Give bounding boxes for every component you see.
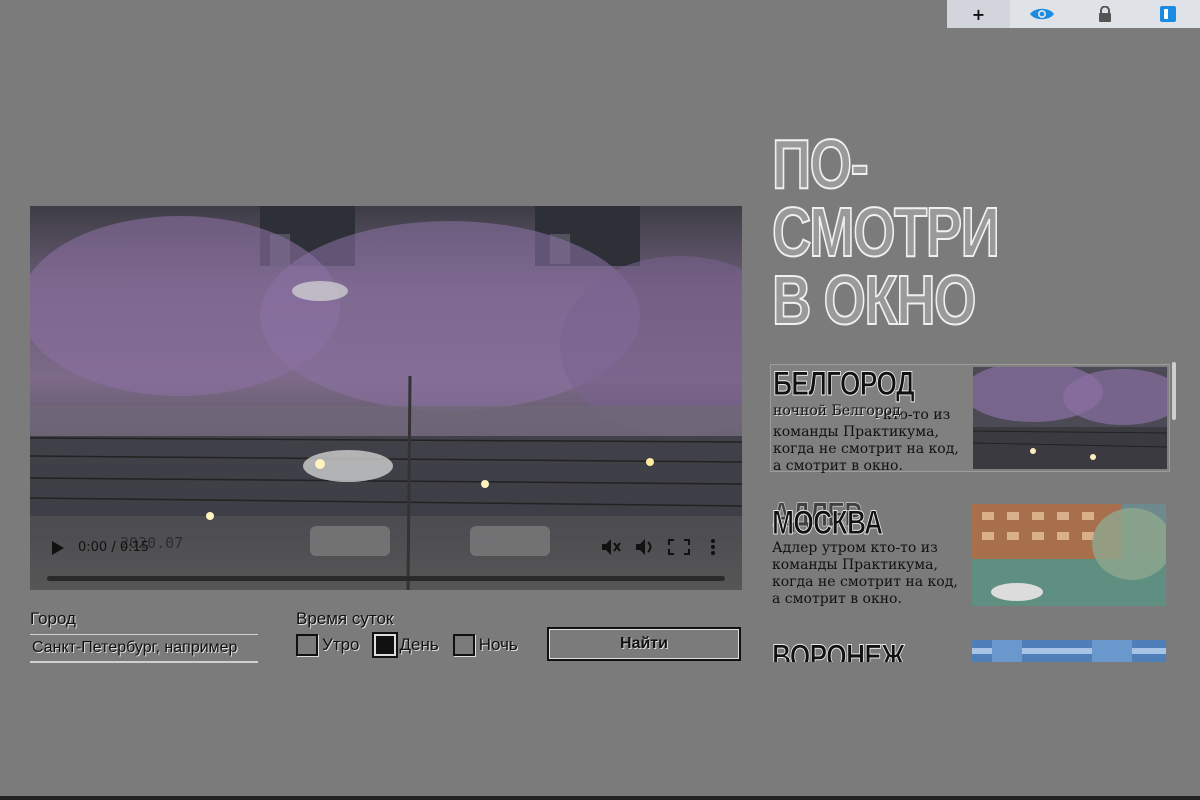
city-input[interactable] <box>30 634 258 663</box>
city-thumbnail <box>973 367 1167 469</box>
plus-button[interactable]: + <box>947 0 1010 28</box>
video-controls: 0:00 / 0:15 <box>30 518 742 590</box>
bottom-divider <box>0 796 1200 800</box>
video-time: 0:00 / 0:15 <box>78 540 150 555</box>
option-day[interactable]: День <box>371 632 439 658</box>
video-control-icons <box>600 536 724 558</box>
panel-icon <box>1159 6 1176 22</box>
city-item-moscow[interactable]: Адлер Москва Адлер утром кто-то из коман… <box>770 498 1168 608</box>
option-morning[interactable]: Утро <box>296 634 360 656</box>
preview-button[interactable] <box>1010 0 1073 28</box>
city-label: Город <box>30 609 76 628</box>
title-line: ПО- <box>771 125 869 203</box>
title-line: В ОКНО <box>771 261 977 339</box>
plus-icon: + <box>971 4 986 24</box>
video-player[interactable]: 2020.07 0:00 / 0:15 <box>30 206 742 590</box>
city-thumbnail <box>972 640 1166 662</box>
morning-checkbox[interactable] <box>296 634 318 656</box>
option-label: Ночь <box>478 635 518 654</box>
video-progress-bar[interactable] <box>47 576 725 581</box>
city-title: Воронеж <box>772 638 906 663</box>
city-subtitle: ночной Белгород <box>773 403 901 419</box>
city-thumbnail <box>972 504 1166 606</box>
panel-button[interactable] <box>1136 0 1199 28</box>
time-of-day-options: Утро День Ночь <box>296 632 518 658</box>
more-options-icon[interactable] <box>702 536 724 558</box>
moscow-thumbnail-image <box>972 504 1166 606</box>
city-list: Белгород кто-то из команды Практикума, к… <box>770 362 1170 662</box>
fullscreen-icon[interactable] <box>668 536 690 558</box>
lock-button[interactable] <box>1073 0 1136 28</box>
city-list-scrollbar[interactable] <box>1172 362 1176 420</box>
night-checkbox[interactable] <box>452 634 475 656</box>
eye-icon <box>1029 6 1055 22</box>
title-line: СМОТРИ <box>771 193 1000 271</box>
option-label: День <box>399 635 439 654</box>
find-button[interactable]: Найти <box>547 627 741 661</box>
lock-icon <box>1098 6 1112 22</box>
page-title: ПО- СМОТРИ В ОКНО <box>771 128 1006 336</box>
city-title: Москва <box>772 504 884 542</box>
city-description: Адлер утром кто-то из команды Практикума… <box>772 540 958 607</box>
option-label: Утро <box>322 635 360 654</box>
city-title: Белгород <box>773 365 916 403</box>
voronezh-thumbnail-image <box>972 640 1166 662</box>
play-icon[interactable] <box>48 538 68 558</box>
option-night[interactable]: Ночь <box>452 634 518 656</box>
mute-icon[interactable] <box>600 536 622 558</box>
day-checkbox[interactable] <box>371 632 398 658</box>
belgorod-thumbnail-image <box>973 367 1167 469</box>
time-of-day-label: Время суток <box>296 609 394 628</box>
volume-icon[interactable] <box>634 536 656 558</box>
top-toolbar: + <box>947 0 1200 28</box>
city-item-voronezh[interactable]: Воронеж <box>770 638 1168 662</box>
city-item-belgorod[interactable]: Белгород кто-то из команды Практикума, к… <box>770 364 1170 474</box>
